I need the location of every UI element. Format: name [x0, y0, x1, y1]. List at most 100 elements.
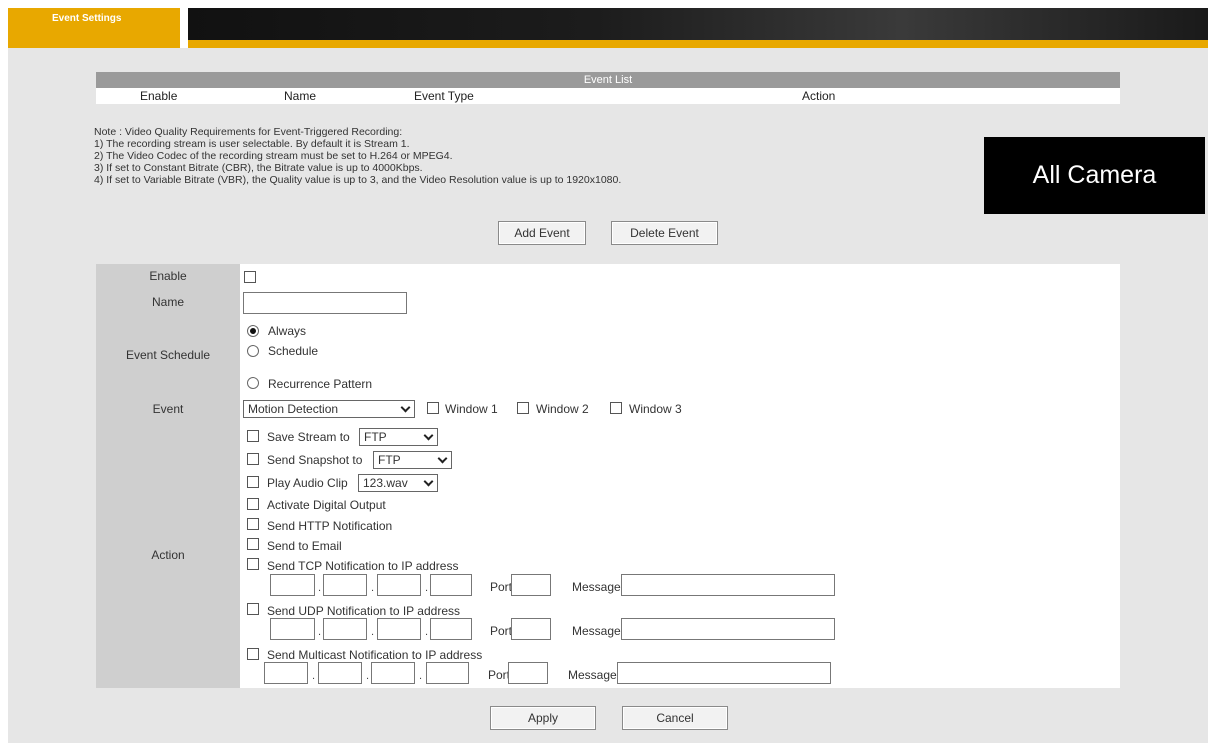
chevron-down-icon: [400, 402, 411, 413]
audio-clip-value: 123.wav: [363, 476, 408, 490]
name-input[interactable]: [243, 292, 407, 314]
ip-dot: .: [425, 626, 429, 638]
chevron-down-icon: [423, 476, 434, 487]
ip-dot: .: [318, 626, 322, 638]
digital-output-label: Activate Digital Output: [267, 498, 386, 512]
udp-ip-octet-4[interactable]: [430, 618, 472, 640]
multicast-ip-octet-2[interactable]: [318, 662, 362, 684]
cancel-button[interactable]: Cancel: [622, 706, 728, 730]
multicast-notification-checkbox[interactable]: [247, 648, 259, 660]
window2-label: Window 2: [536, 402, 589, 416]
delete-event-button[interactable]: Delete Event: [611, 221, 718, 245]
multicast-ip-octet-1[interactable]: [264, 662, 308, 684]
play-audio-label: Play Audio Clip: [267, 476, 348, 490]
column-enable: Enable: [140, 89, 178, 103]
udp-message-input[interactable]: [621, 618, 835, 640]
send-snapshot-target-select[interactable]: FTP: [373, 451, 452, 469]
udp-port-input[interactable]: [511, 618, 551, 640]
enable-checkbox[interactable]: [244, 271, 256, 283]
udp-notification-checkbox[interactable]: [247, 603, 259, 615]
tcp-port-label: Port: [490, 580, 513, 594]
schedule-radio[interactable]: [247, 345, 259, 357]
udp-port-label: Port: [490, 624, 513, 638]
window3-label: Window 3: [629, 402, 682, 416]
column-name: Name: [284, 89, 317, 103]
chevron-down-icon: [437, 453, 448, 464]
add-event-button[interactable]: Add Event: [498, 221, 586, 245]
chevron-down-icon: [423, 430, 434, 441]
ip-dot: .: [366, 670, 370, 682]
tcp-ip-octet-4[interactable]: [430, 574, 472, 596]
ip-dot: .: [318, 582, 322, 594]
send-snapshot-target-value: FTP: [378, 453, 401, 467]
tcp-message-input[interactable]: [621, 574, 835, 596]
multicast-message-input[interactable]: [617, 662, 831, 684]
event-list-title: Event List: [96, 72, 1120, 88]
tcp-ip-octet-2[interactable]: [323, 574, 367, 596]
top-bar: [8, 8, 1208, 40]
recurrence-pattern-radio[interactable]: [247, 377, 259, 389]
play-audio-checkbox[interactable]: [247, 476, 259, 488]
save-stream-checkbox[interactable]: [247, 430, 259, 442]
multicast-port-label: Port: [488, 668, 511, 682]
save-stream-target-value: FTP: [364, 430, 387, 444]
apply-button[interactable]: Apply: [490, 706, 596, 730]
tcp-notification-checkbox[interactable]: [247, 558, 259, 570]
tcp-ip-octet-3[interactable]: [377, 574, 421, 596]
tcp-ip-octet-1[interactable]: [270, 574, 315, 596]
note-line: 4) If set to Variable Bitrate (VBR), the…: [94, 174, 622, 186]
event-label: Event: [152, 402, 184, 416]
tab-label: Event Settings: [52, 13, 122, 24]
event-list-table: Event List Enable Name Event Type Action: [96, 72, 1120, 104]
email-label: Send to Email: [267, 539, 342, 553]
save-stream-target-select[interactable]: FTP: [359, 428, 438, 446]
label-column: [96, 264, 240, 688]
all-camera-label: All Camera: [984, 137, 1205, 214]
tcp-message-label: Message: [572, 580, 621, 594]
tcp-notification-label: Send TCP Notification to IP address: [267, 559, 459, 573]
window1-checkbox[interactable]: [427, 402, 439, 414]
ip-dot: .: [371, 626, 375, 638]
multicast-ip-octet-4[interactable]: [426, 662, 469, 684]
event-schedule-label: Event Schedule: [125, 348, 211, 362]
multicast-port-input[interactable]: [508, 662, 548, 684]
event-form: Enable Name Event Schedule Always Schedu…: [96, 264, 1120, 688]
action-label: Action: [151, 548, 185, 562]
audio-clip-select[interactable]: 123.wav: [358, 474, 438, 492]
tcp-port-input[interactable]: [511, 574, 551, 596]
schedule-label: Schedule: [268, 344, 319, 358]
name-label: Name: [151, 295, 184, 309]
top-accent-line: [8, 40, 1208, 48]
udp-ip-octet-3[interactable]: [377, 618, 421, 640]
ip-dot: .: [312, 670, 316, 682]
http-notification-label: Send HTTP Notification: [267, 519, 393, 533]
enable-label: Enable: [149, 269, 187, 283]
multicast-message-label: Message: [568, 668, 617, 682]
note-line: 3) If set to Constant Bitrate (CBR), the…: [94, 162, 423, 174]
save-stream-label: Save Stream to: [267, 430, 350, 444]
send-snapshot-checkbox[interactable]: [247, 453, 259, 465]
tab-event-settings[interactable]: Event Settings: [8, 8, 188, 48]
always-radio[interactable]: [247, 325, 259, 337]
column-action: Action: [802, 89, 836, 103]
window3-checkbox[interactable]: [610, 402, 622, 414]
event-type-select[interactable]: Motion Detection: [243, 400, 415, 418]
multicast-notification-label: Send Multicast Notification to IP addres…: [267, 648, 483, 662]
window2-checkbox[interactable]: [517, 402, 529, 414]
ip-dot: .: [371, 582, 375, 594]
always-label: Always: [268, 324, 307, 338]
http-notification-checkbox[interactable]: [247, 518, 259, 530]
multicast-ip-octet-3[interactable]: [371, 662, 415, 684]
udp-ip-octet-2[interactable]: [323, 618, 367, 640]
send-snapshot-label: Send Snapshot to: [267, 453, 363, 467]
event-settings-page: Event Settings Event List Enable Name Ev…: [8, 8, 1208, 743]
digital-output-checkbox[interactable]: [247, 498, 259, 510]
video-quality-note: Note : Video Quality Requirements for Ev…: [94, 126, 621, 186]
window1-label: Window 1: [445, 402, 498, 416]
note-line: Note : Video Quality Requirements for Ev…: [94, 126, 403, 138]
udp-ip-octet-1[interactable]: [270, 618, 315, 640]
email-checkbox[interactable]: [247, 538, 259, 550]
ip-dot: .: [425, 582, 429, 594]
note-line: 1) The recording stream is user selectab…: [94, 138, 410, 150]
note-line: 2) The Video Codec of the recording stre…: [94, 150, 453, 162]
